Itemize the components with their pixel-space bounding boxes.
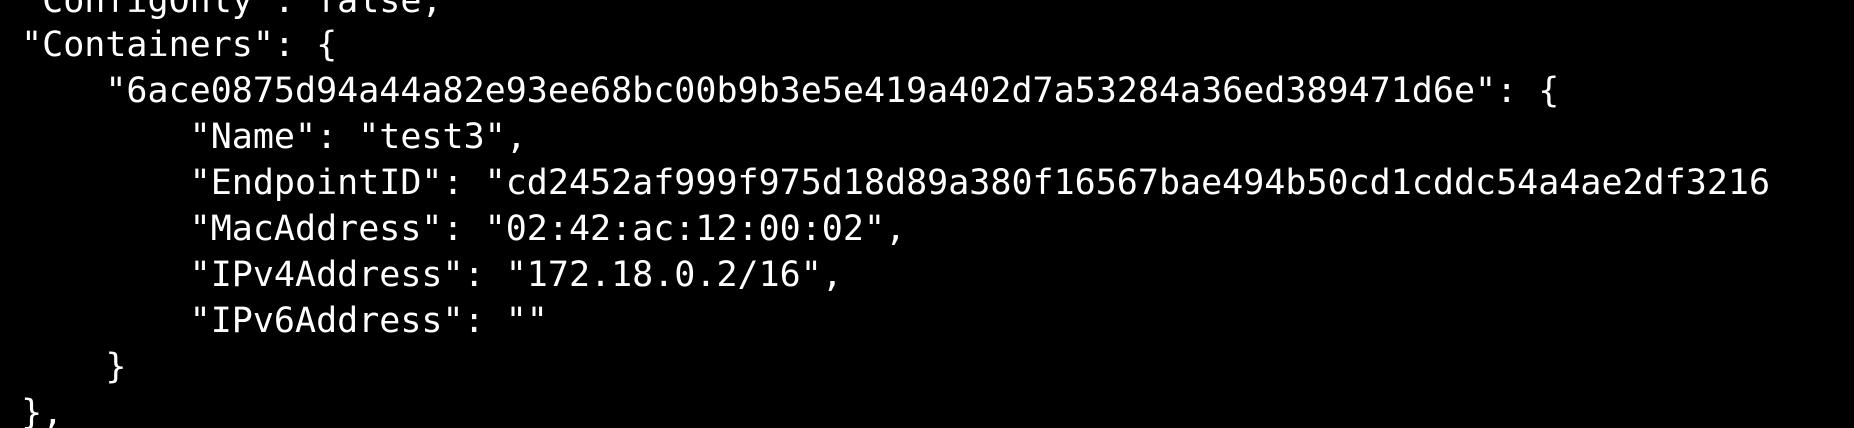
code-line-name: "Name": "test3", [0,117,527,157]
terminal-output: "ConfigOnly": false, "Containers": { "6a… [0,0,1854,428]
code-line-containers-close-brace: }, [0,393,64,428]
code-line-container-id: "6ace0875d94a44a82e93ee68bc00b9b3e5e419a… [0,71,1560,111]
code-line-container-close-brace: } [0,347,127,387]
code-line-ipv4-address: "IPv4Address": "172.18.0.2/16", [0,255,843,295]
code-line-ipv6-address: "IPv6Address": "" [0,301,548,341]
code-line-endpoint-id: "EndpointID": "cd2452af999f975d18d89a380… [0,163,1771,203]
code-line-containers-key: "Containers": { [0,25,338,65]
code-line-mac-address: "MacAddress": "02:42:ac:12:00:02", [0,209,907,249]
code-line-config-only: "ConfigOnly": false, [0,0,443,21]
